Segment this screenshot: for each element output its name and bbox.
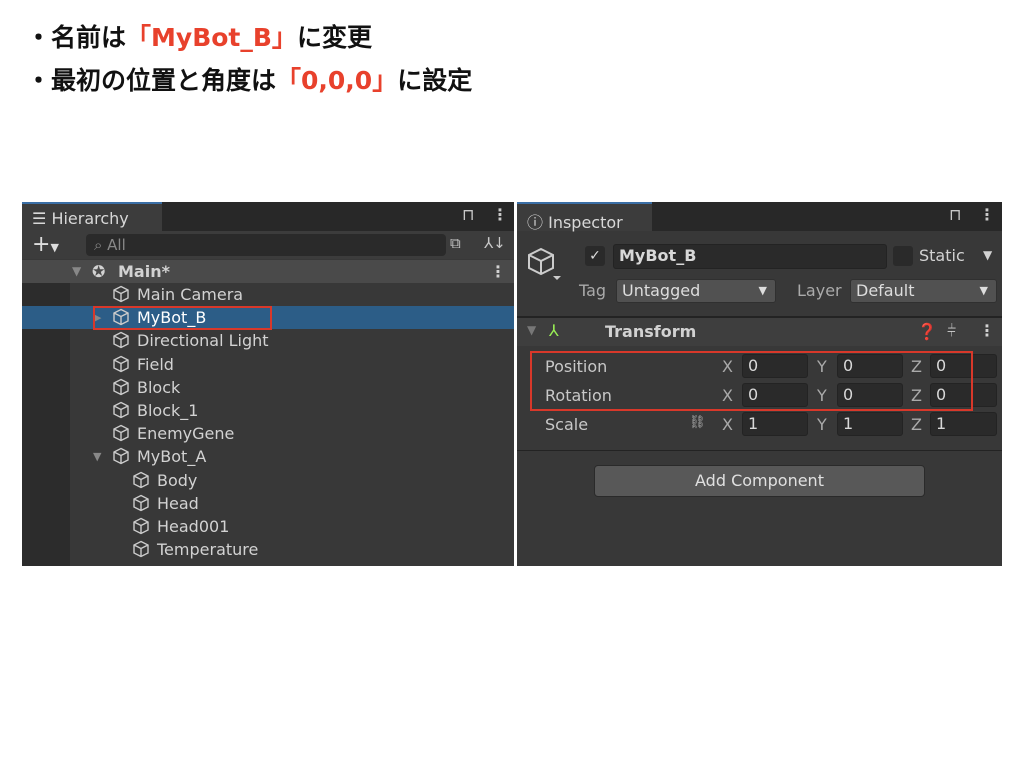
- layer-dropdown[interactable]: Default ▼: [850, 279, 997, 303]
- gameobject-icon: [112, 353, 134, 376]
- hierarchy-item[interactable]: ▼ MyBot_A: [22, 445, 514, 468]
- layer-value: Default: [856, 281, 915, 300]
- tab-hierarchy[interactable]: ☰ Hierarchy: [22, 202, 162, 231]
- transform-icon: ⅄: [549, 321, 559, 340]
- item-label: Head001: [157, 517, 230, 536]
- tab-label: Inspector: [548, 213, 623, 232]
- lock-icon[interactable]: ⊓: [462, 205, 474, 224]
- expand-arrow-icon[interactable]: ▼: [72, 260, 81, 283]
- more-icon[interactable]: ⋮: [490, 260, 506, 283]
- item-label: Head: [157, 493, 199, 513]
- static-dropdown-icon[interactable]: ▼: [983, 248, 992, 262]
- info-icon: ⓘ: [527, 213, 549, 232]
- highlight-box: [530, 351, 973, 411]
- gameobject-icon: [132, 515, 154, 538]
- item-label: MyBot_A: [137, 447, 207, 467]
- hierarchy-item[interactable]: Block: [22, 376, 514, 399]
- presets-icon[interactable]: ⫩: [947, 321, 956, 341]
- more-icon[interactable]: ⋮: [979, 321, 995, 340]
- more-icon[interactable]: ⋮: [979, 205, 995, 224]
- axis-label-z: Z: [911, 415, 922, 434]
- scene-visibility-icon[interactable]: ⧉: [450, 234, 461, 252]
- add-component-button[interactable]: Add Component: [594, 465, 925, 497]
- axis-label-x: X: [722, 415, 733, 434]
- transform-header[interactable]: ▼ ⅄ Transform ❓ ⫩ ⋮: [517, 318, 1002, 346]
- highlight-box: [93, 306, 272, 330]
- item-label: Block_1: [137, 401, 199, 420]
- name-input[interactable]: MyBot_B: [613, 244, 887, 269]
- gameobject-icon: [112, 399, 134, 422]
- gameobject-icon: [112, 422, 134, 445]
- transform-row-scale: Scale ⛓ X 1 Y 1 Z 1: [517, 412, 1002, 438]
- scene-name: Main*: [118, 262, 170, 281]
- lock-icon[interactable]: ⊓: [949, 205, 961, 224]
- tab-label: Hierarchy: [51, 209, 129, 228]
- search-placeholder: All: [107, 236, 126, 254]
- highlight-text: 「0,0,0」: [276, 66, 398, 95]
- search-input[interactable]: ⌕ All: [86, 234, 446, 256]
- highlight-text: 「MyBot_B」: [126, 23, 297, 52]
- hierarchy-panel: ☰ Hierarchy ⊓ ⋮ +▼ ⌕ All ⧉ ⅄↓ ▼ ✪ Main* ⋮ M…: [22, 202, 514, 566]
- more-icon[interactable]: ⋮: [492, 205, 508, 224]
- hierarchy-item[interactable]: Field: [22, 353, 514, 376]
- search-icon: ⌕: [94, 236, 108, 254]
- unity-scene-icon: ✪: [92, 262, 106, 281]
- gameobject-icon: [112, 329, 134, 352]
- gameobject-icon: [112, 283, 134, 306]
- static-label: Static: [919, 246, 965, 265]
- item-label: Body: [157, 470, 198, 490]
- axis-label-y: Y: [817, 415, 827, 434]
- hierarchy-item[interactable]: Directional Light: [22, 329, 514, 352]
- layer-label: Layer: [797, 281, 842, 300]
- instruction-line-2: ・最初の位置と角度は「0,0,0」に設定: [26, 61, 472, 97]
- hierarchy-item[interactable]: Body: [22, 469, 514, 492]
- item-label: Field: [137, 354, 174, 374]
- instruction-line-1: ・名前は「MyBot_B」に変更: [26, 18, 372, 54]
- expand-arrow-icon[interactable]: ▼: [527, 323, 536, 337]
- static-checkbox[interactable]: [893, 246, 913, 266]
- hierarchy-item[interactable]: Head: [22, 492, 514, 515]
- item-label: Block: [137, 377, 181, 397]
- text: ・最初の位置と角度は: [26, 66, 277, 95]
- hierarchy-item[interactable]: EnemyGene: [22, 422, 514, 445]
- tag-value: Untagged: [622, 281, 701, 300]
- item-label: EnemyGene: [137, 424, 235, 444]
- scale-y-input[interactable]: 1: [837, 412, 903, 436]
- hierarchy-item[interactable]: Block_1: [22, 399, 514, 422]
- tag-label: Tag: [579, 281, 607, 300]
- hierarchy-item[interactable]: Main Camera: [22, 283, 514, 306]
- scale-x-input[interactable]: 1: [742, 412, 808, 436]
- scale-z-input[interactable]: 1: [930, 412, 997, 436]
- hierarchy-item[interactable]: Head001: [22, 515, 514, 538]
- row-label: Scale: [545, 415, 589, 434]
- text: ・名前は: [26, 23, 127, 52]
- collapse-arrow-icon[interactable]: ▼: [93, 445, 101, 468]
- tag-dropdown[interactable]: Untagged ▼: [616, 279, 776, 303]
- text: に変更: [296, 23, 372, 52]
- list-icon: ☰: [32, 209, 52, 228]
- component-title: Transform: [605, 322, 697, 341]
- scene-row[interactable]: ▼ ✪ Main* ⋮: [22, 260, 514, 283]
- item-label: Main Camera: [137, 285, 244, 304]
- sort-icon[interactable]: ⅄↓: [484, 234, 506, 252]
- help-icon[interactable]: ❓: [917, 322, 937, 341]
- active-checkbox[interactable]: ✓: [585, 246, 605, 266]
- gameobject-icon: [132, 538, 154, 561]
- item-label: Directional Light: [137, 331, 269, 351]
- gameobject-icon: [112, 445, 134, 468]
- chevron-down-icon: ▼: [758, 284, 767, 297]
- item-label: Temperature: [157, 540, 259, 560]
- chevron-down-icon: ▼: [979, 284, 988, 297]
- gameobject-icon: [132, 469, 154, 492]
- text: に設定: [397, 66, 473, 95]
- inspector-panel: ⓘ Inspector ⊓ ⋮ ✓ MyBot_B Static ▼ Tag U…: [517, 202, 1002, 566]
- gameobject-cube-icon[interactable]: [527, 246, 563, 282]
- add-button[interactable]: +▼: [32, 232, 59, 257]
- hierarchy-item[interactable]: Temperature: [22, 538, 514, 561]
- divider: [517, 450, 1002, 451]
- gameobject-icon: [132, 492, 154, 515]
- tab-inspector[interactable]: ⓘ Inspector: [517, 202, 652, 232]
- constrain-proportions-icon[interactable]: ⛓: [689, 415, 706, 430]
- gameobject-icon: [112, 376, 134, 399]
